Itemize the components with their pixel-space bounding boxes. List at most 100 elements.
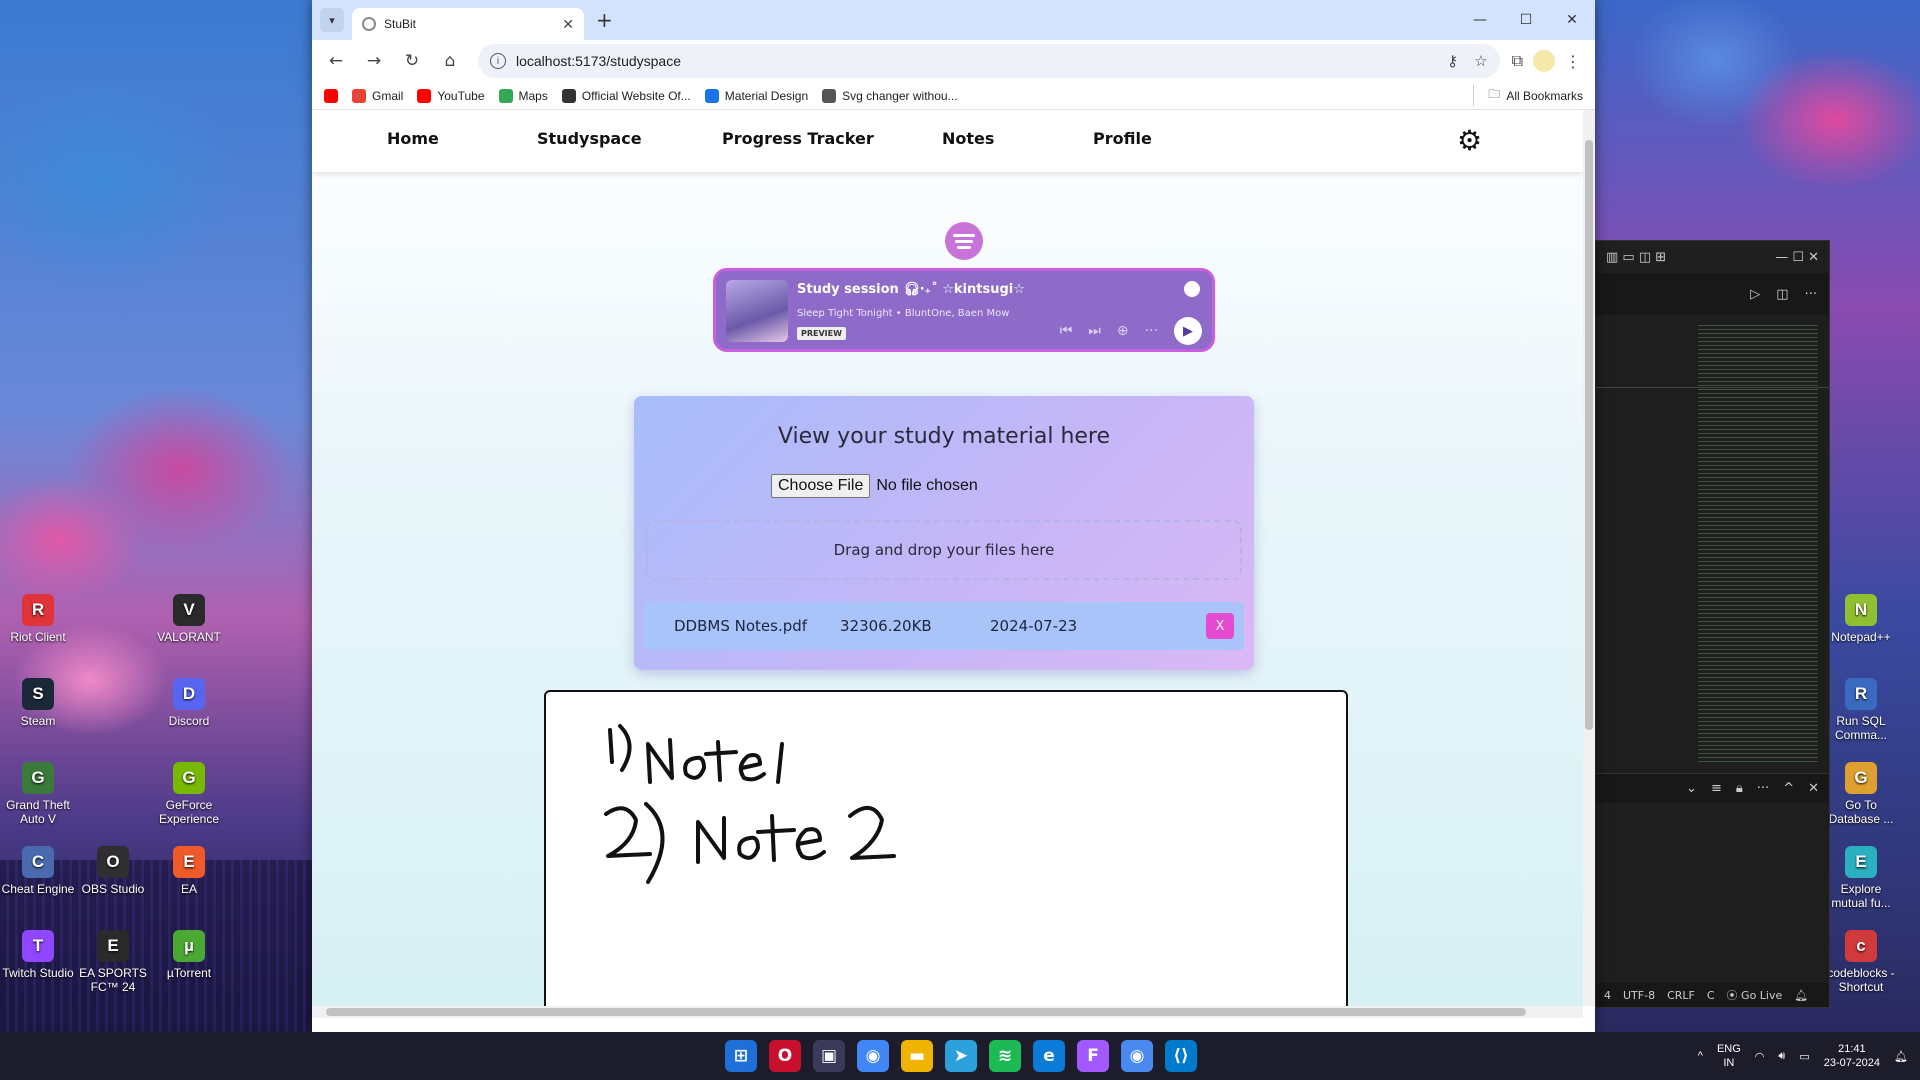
status-go-live[interactable]: ⦿ Go Live — [1727, 987, 1783, 1003]
extensions-icon[interactable]: ⧉ — [1512, 51, 1523, 71]
desktop-icon[interactable]: µ µTorrent — [151, 930, 227, 980]
home-icon[interactable]: ⌂ — [434, 45, 466, 77]
desktop-icon[interactable]: c codeblocks - Shortcut — [1823, 930, 1899, 994]
address-bar[interactable]: i localhost:5173/studyspace ⚷ ☆ — [478, 44, 1500, 78]
spotify-mini-icon[interactable] — [1184, 281, 1200, 297]
vscode-icon[interactable]: ⟨⟩ — [1165, 1040, 1197, 1072]
bookmark-item[interactable]: Svg changer withou... — [822, 88, 958, 103]
site-info-icon[interactable]: i — [490, 53, 506, 69]
desktop-icon[interactable]: G Go To Database ... — [1823, 762, 1899, 826]
bookmark-item[interactable]: Maps — [498, 88, 548, 103]
desktop-icon[interactable]: R Riot Client — [0, 594, 76, 644]
opera-icon[interactable]: O — [769, 1040, 801, 1072]
volume-icon[interactable]: 🔊︎ — [1778, 1050, 1785, 1063]
list-icon[interactable]: ≡ — [1711, 781, 1722, 796]
lock-icon[interactable]: 🔒︎ — [1736, 781, 1743, 796]
desktop-icon[interactable]: O OBS Studio — [75, 846, 151, 896]
minimize-icon[interactable]: — — [1457, 0, 1503, 40]
track-name[interactable]: Sleep Tight Tonight — [797, 308, 893, 319]
spotify-icon[interactable] — [945, 222, 983, 260]
tab-search-icon[interactable]: ▾ — [320, 8, 344, 32]
back-icon[interactable]: ← — [320, 45, 352, 77]
playlist-title[interactable]: Study session 🎧︎‧₊˚ ☆kintsugi☆ — [797, 282, 1025, 297]
clock[interactable]: 21:41 23-07-2024 — [1824, 1042, 1880, 1070]
bell-icon[interactable]: 🔔︎ — [1794, 989, 1808, 1002]
nav-profile[interactable]: Profile — [1093, 129, 1152, 148]
theme-toggle-gear-icon[interactable]: ⚙ — [1457, 124, 1482, 157]
telegram-icon[interactable]: ➤ — [945, 1040, 977, 1072]
all-bookmarks[interactable]: 🗀︎ All Bookmarks — [1473, 85, 1583, 106]
status-language[interactable]: C — [1707, 989, 1715, 1002]
figma-icon[interactable]: F — [1077, 1040, 1109, 1072]
desktop-icon[interactable]: R Run SQL Comma... — [1823, 678, 1899, 742]
status-indent[interactable]: 4 — [1604, 989, 1611, 1002]
new-tab-icon[interactable]: + — [596, 8, 613, 32]
status-eol[interactable]: CRLF — [1667, 989, 1695, 1002]
forward-icon[interactable]: → — [358, 45, 390, 77]
scroll-thumb[interactable] — [1585, 140, 1593, 730]
split-editor-icon[interactable]: ◫ — [1776, 287, 1788, 302]
horizontal-scrollbar[interactable] — [312, 1006, 1583, 1018]
file-name[interactable]: DDBMS Notes.pdf — [674, 617, 807, 635]
vscode-window[interactable]: ▥ ▭ ◫ ⊞ — ☐ ✕ ▷ ◫ ··· ⌄ ≡ 🔒︎ ··· ^ ✕ 4 U… — [1595, 240, 1830, 1008]
layout-icons[interactable]: ▥ ▭ ◫ ⊞ — [1606, 250, 1666, 265]
spotify-embed-player[interactable]: Study session 🎧︎‧₊˚ ☆kintsugi☆ Sleep Tig… — [713, 268, 1215, 352]
status-encoding[interactable]: UTF-8 — [1623, 989, 1655, 1002]
language-indicator[interactable]: ENG IN — [1717, 1042, 1741, 1070]
chevron-up-icon[interactable]: ^ — [1783, 781, 1794, 796]
chevron-up-icon[interactable]: ^ — [1698, 1050, 1703, 1062]
desktop-icon[interactable]: E EA SPORTS FC™ 24 — [75, 930, 151, 994]
reload-icon[interactable]: ↻ — [396, 45, 428, 77]
play-button[interactable]: ▶ — [1174, 317, 1202, 345]
desktop-icon[interactable]: T Twitch Studio — [0, 930, 76, 980]
menu-icon[interactable]: ⋮ — [1565, 52, 1581, 71]
notification-bell-icon[interactable]: 🔔︎ — [1894, 1050, 1908, 1063]
desktop-icon[interactable]: E Explore mutual fu... — [1823, 846, 1899, 910]
drop-zone[interactable]: Drag and drop your files here — [646, 520, 1242, 580]
more-icon[interactable]: ··· — [1145, 323, 1158, 339]
url-text[interactable]: localhost:5173/studyspace — [516, 53, 681, 69]
close-window-icon[interactable]: ✕ — [1549, 0, 1595, 40]
desktop-icon[interactable]: V VALORANT — [151, 594, 227, 644]
bookmark-star-icon[interactable]: ☆ — [1474, 52, 1487, 70]
start-windows-icon[interactable]: ⊞ — [725, 1040, 757, 1072]
more-icon[interactable]: ··· — [1757, 781, 1769, 796]
desktop-icon[interactable]: N Notepad++ — [1823, 594, 1899, 644]
profile-avatar[interactable] — [1533, 50, 1555, 72]
close-icon[interactable]: ✕ — [1808, 781, 1819, 796]
desktop-icon[interactable]: G GeForce Experience — [151, 762, 227, 826]
nav-progress-tracker[interactable]: Progress Tracker — [722, 129, 874, 148]
tab-active[interactable]: StuBit ✕ — [352, 8, 584, 40]
desktop-icon[interactable]: S Steam — [0, 678, 76, 728]
previous-icon[interactable]: ⏮ — [1060, 323, 1073, 339]
maximize-icon[interactable]: ☐ — [1503, 0, 1549, 40]
file-explorer-icon[interactable]: ▬ — [901, 1040, 933, 1072]
bookmark-item[interactable]: Material Design — [704, 88, 808, 103]
store-icon[interactable]: ▣ — [813, 1040, 845, 1072]
run-icon[interactable]: ▷ — [1750, 287, 1760, 302]
password-key-icon[interactable]: ⚷ — [1447, 52, 1458, 70]
add-icon[interactable]: ⊕ — [1117, 323, 1129, 339]
bookmark-youtube-icon[interactable] — [324, 88, 338, 103]
chrome-active-icon[interactable]: ◉ — [1121, 1040, 1153, 1072]
scroll-thumb[interactable] — [326, 1008, 1526, 1016]
desktop-icon[interactable]: G Grand Theft Auto V — [0, 762, 76, 826]
edge-icon[interactable]: e — [1033, 1040, 1065, 1072]
nav-home[interactable]: Home — [387, 129, 439, 148]
more-icon[interactable]: ··· — [1805, 287, 1817, 302]
battery-icon[interactable]: ▭ — [1799, 1050, 1809, 1063]
delete-file-button[interactable]: X — [1206, 613, 1234, 639]
wifi-icon[interactable]: ◠ — [1755, 1050, 1765, 1063]
bookmark-item[interactable]: YouTube — [417, 88, 485, 103]
track-artists[interactable]: BluntOne, Baen Mow — [905, 308, 1010, 319]
window-controls[interactable]: — ☐ ✕ — [1775, 250, 1819, 265]
desktop-icon[interactable]: E EA — [151, 846, 227, 896]
bookmark-item[interactable]: Official Website Of... — [561, 88, 691, 103]
nav-studyspace[interactable]: Studyspace — [537, 129, 642, 148]
bookmark-item[interactable]: Gmail — [352, 88, 403, 103]
desktop-icon[interactable]: C Cheat Engine — [0, 846, 76, 896]
chevron-down-icon[interactable]: ⌄ — [1686, 781, 1697, 796]
chrome-icon[interactable]: ◉ — [857, 1040, 889, 1072]
notes-canvas[interactable] — [544, 690, 1348, 1006]
file-row-item[interactable]: DDBMS Notes.pdf 32306.20KB 2024-07-23 X — [644, 602, 1244, 650]
